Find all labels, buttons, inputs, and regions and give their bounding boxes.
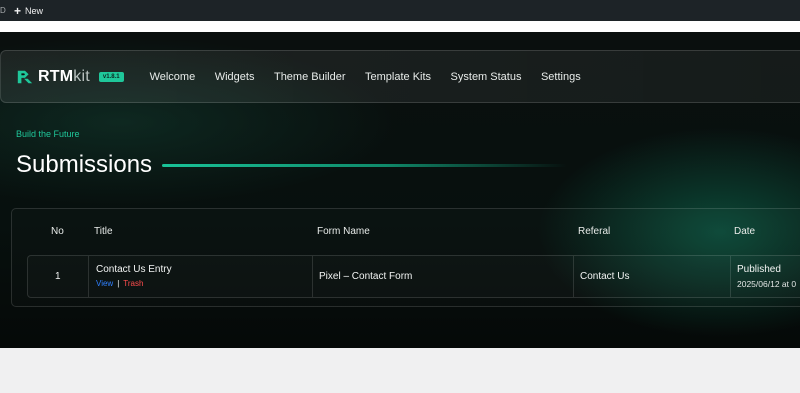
toolbar-gap [0, 21, 800, 32]
menu-item-welcome[interactable]: Welcome [150, 71, 196, 83]
row-form-name: Pixel – Contact Form [319, 271, 413, 282]
hero-eyebrow: Build the Future [16, 129, 80, 139]
menu-item-template-kits[interactable]: Template Kits [365, 71, 431, 83]
row-referal: Contact Us [580, 271, 630, 282]
column-header-title: Title [94, 226, 113, 237]
main-menu: Welcome Widgets Theme Builder Template K… [150, 71, 601, 83]
logo-wordmark: RTMkit [38, 68, 90, 86]
toolbar-edge-glyph: D [0, 6, 6, 15]
top-navigation: RTMkit v1.8.1 Welcome Widgets Theme Buil… [0, 50, 800, 103]
title-accent-line [162, 163, 568, 167]
logo-text-kit: kit [73, 67, 90, 85]
column-header-no: No [51, 226, 64, 237]
rtmkit-logo[interactable]: RTMkit v1.8.1 [16, 68, 124, 86]
menu-item-theme-builder[interactable]: Theme Builder [274, 71, 346, 83]
row-number: 1 [55, 271, 61, 282]
page-title: Submissions [16, 151, 153, 178]
date-cell [730, 256, 800, 297]
logo-text-main: RTM [38, 67, 74, 85]
page-title-row: Submissions [16, 151, 568, 179]
new-content-label: New [25, 5, 44, 16]
action-separator: | [117, 279, 120, 288]
rtmkit-app: RTMkit v1.8.1 Welcome Widgets Theme Buil… [0, 32, 800, 348]
menu-item-system-status[interactable]: System Status [451, 71, 522, 83]
row-title: Contact Us Entry [96, 264, 172, 275]
title-cell [88, 256, 312, 297]
row-status: Published [737, 264, 781, 275]
column-header-date: Date [734, 226, 756, 237]
plus-icon: + [14, 3, 22, 18]
rtmkit-logo-icon [17, 70, 33, 83]
version-badge: v1.8.1 [98, 71, 124, 82]
view-link[interactable]: View [96, 279, 113, 288]
column-header-form-name: Form Name [317, 226, 370, 237]
row-actions: View | Trash [96, 279, 143, 288]
column-header-referal: Referal [578, 226, 611, 237]
trash-link[interactable]: Trash [123, 279, 143, 288]
menu-item-settings[interactable]: Settings [541, 71, 581, 83]
menu-item-widgets[interactable]: Widgets [215, 71, 255, 83]
table-row[interactable]: 1 Contact Us Entry View | Trash Pixel – Co… [27, 255, 800, 298]
new-content-button[interactable]: + New [8, 5, 43, 17]
submissions-table: No Title Form Name Referal Date 1 Contac… [11, 208, 800, 307]
row-date: 2025/06/12 at 0 [737, 279, 797, 289]
wp-admin-toolbar: D + New [0, 0, 800, 21]
